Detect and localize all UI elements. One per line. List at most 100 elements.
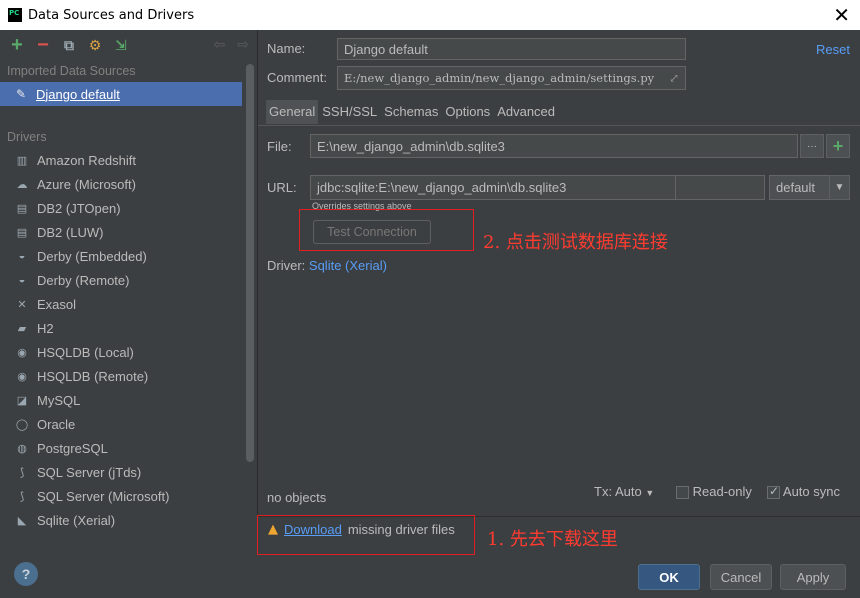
driver-label: Driver: (267, 258, 306, 273)
driver-item[interactable]: ☁ Azure (Microsoft) (0, 172, 242, 196)
data-source-item-django-default[interactable]: ✎ Django default (0, 82, 242, 106)
annotation-step1: 1. 先去下载这里 (487, 529, 618, 550)
hsqldb-icon: ◉ (17, 370, 27, 383)
tab-general[interactable]: General (266, 100, 320, 124)
url-field-divider (675, 176, 676, 199)
driver-item[interactable]: ✕ Exasol (0, 292, 242, 316)
name-input[interactable]: Django default (337, 38, 686, 60)
apply-button[interactable]: Apply (780, 564, 846, 590)
status-row: no objects Tx: Auto ▼ Read-only Auto syn… (267, 484, 852, 508)
chevron-down-icon[interactable]: ▼ (829, 175, 850, 200)
expand-icon[interactable]: ⤢ (669, 71, 679, 85)
driver-label: Azure (Microsoft) (37, 176, 136, 192)
left-toolbar: + − ⧉ ⚙ ⇲ ⇦ ⇨ (0, 30, 257, 60)
tab-schemas[interactable]: Schemas (381, 100, 443, 124)
driver-item[interactable]: ◍ PostgreSQL (0, 436, 242, 460)
url-input[interactable]: jdbc:sqlite:E:\new_django_admin\db.sqlit… (310, 175, 765, 200)
readonly-checkbox[interactable] (676, 486, 689, 500)
driver-label: Exasol (37, 296, 77, 312)
driver-item[interactable]: ⟆ SQL Server (jTds) (0, 460, 242, 484)
close-button[interactable]: ✕ (833, 3, 850, 27)
driver-item[interactable]: ▰ H2 (0, 316, 242, 340)
tab-divider (258, 125, 860, 126)
title-bar: Data Sources and Drivers ✕ (0, 0, 860, 30)
driver-item[interactable]: ◣ Sqlite (Xerial) (0, 508, 242, 532)
add-file-icon[interactable]: + (826, 134, 850, 158)
driver-item[interactable]: ◯ Oracle (0, 412, 242, 436)
chevron-down-icon: ▼ (645, 488, 655, 498)
driver-label: Sqlite (Xerial) (37, 512, 116, 528)
autosync-option[interactable]: Auto sync (767, 484, 840, 500)
navigation-arrows: ⇦ ⇨ (214, 36, 249, 53)
annotation-box-download (257, 515, 475, 555)
file-label: File: (267, 139, 292, 154)
remove-icon[interactable]: − (34, 34, 52, 56)
forward-arrow-icon[interactable]: ⇨ (237, 36, 249, 53)
import-icon[interactable]: ⇲ (112, 36, 130, 54)
url-value: jdbc:sqlite:E:\new_django_admin\db.sqlit… (317, 180, 567, 195)
left-scrollbar[interactable] (246, 64, 254, 462)
driver-item[interactable]: ▤ DB2 (JTOpen) (0, 196, 242, 220)
driver-item[interactable]: ◒ Derby (Embedded) (0, 244, 242, 268)
driver-item[interactable]: ⟆ SQL Server (Microsoft) (0, 484, 242, 508)
ibm-icon: ▤ (16, 202, 28, 215)
driver-label: MySQL (37, 392, 81, 408)
driver-label: Oracle (37, 416, 76, 432)
driver-item[interactable]: ▤ DB2 (LUW) (0, 220, 242, 244)
driver-properties-icon[interactable]: ⚙ (86, 36, 104, 54)
add-icon[interactable]: + (8, 34, 26, 56)
driver-label: HSQLDB (Remote) (37, 368, 149, 384)
tx-mode-dropdown[interactable]: Tx: Auto ▼ (594, 484, 654, 499)
driver-item[interactable]: ▥ Amazon Redshift (0, 148, 242, 172)
tab-ssh-ssl[interactable]: SSH/SSL (319, 100, 382, 124)
driver-item[interactable]: ◒ Derby (Remote) (0, 268, 242, 292)
postgresql-icon: ◍ (17, 442, 27, 455)
driver-link[interactable]: Sqlite (Xerial) (309, 258, 387, 273)
name-label: Name: (267, 41, 306, 56)
ok-button[interactable]: OK (638, 564, 700, 590)
tab-options[interactable]: Options (442, 100, 495, 124)
pycharm-icon (8, 8, 22, 22)
right-pane: Name: Django default Reset Comment: E:/n… (258, 30, 860, 546)
derby-hat-icon: ◒ (18, 274, 26, 286)
tab-advanced[interactable]: Advanced (494, 100, 560, 124)
driver-item[interactable]: ◉ HSQLDB (Local) (0, 340, 242, 364)
driver-label: HSQLDB (Local) (37, 344, 134, 360)
readonly-option[interactable]: Read-only (676, 484, 752, 500)
driver-label: DB2 (JTOpen) (37, 200, 121, 216)
hsqldb-icon: ◉ (17, 346, 27, 359)
driver-label: Amazon Redshift (37, 152, 136, 168)
comment-value: E:/new_django_admin/new_django_admin/set… (344, 71, 655, 85)
driver-label: H2 (37, 320, 54, 336)
drivers-header: Drivers (7, 130, 47, 144)
azure-icon: ☁ (16, 178, 28, 191)
imported-data-sources-header: Imported Data Sources (7, 64, 136, 78)
driver-label: DB2 (LUW) (37, 224, 104, 240)
driver-label: PostgreSQL (37, 440, 108, 456)
driver-label: Derby (Remote) (37, 272, 130, 288)
annotation-step2: 2. 点击测试数据库连接 (483, 232, 668, 253)
objects-status: no objects (267, 490, 327, 505)
driver-label: Derby (Embedded) (37, 248, 147, 264)
sqlserver-icon: ⟆ (19, 490, 25, 503)
help-button[interactable]: ? (14, 562, 38, 586)
reset-link[interactable]: Reset (816, 42, 850, 57)
browse-button[interactable]: ··· (800, 134, 824, 158)
url-label: URL: (267, 180, 297, 195)
redshift-icon: ▥ (16, 154, 28, 167)
driver-item[interactable]: ◉ HSQLDB (Remote) (0, 364, 242, 388)
mysql-icon: ◪ (16, 394, 28, 407)
comment-input[interactable]: E:/new_django_admin/new_django_admin/set… (337, 66, 686, 90)
back-arrow-icon[interactable]: ⇦ (214, 36, 226, 53)
derby-hat-icon: ◒ (18, 250, 26, 262)
readonly-label: Read-only (692, 484, 752, 499)
driver-list: ▥ Amazon Redshift ☁ Azure (Microsoft) ▤ DB2 (… (0, 148, 257, 532)
duplicate-icon[interactable]: ⧉ (60, 36, 78, 54)
cancel-button[interactable]: Cancel (710, 564, 772, 590)
driver-item[interactable]: ◪ MySQL (0, 388, 242, 412)
autosync-checkbox[interactable] (767, 484, 780, 500)
data-source-label: Django default (36, 86, 120, 102)
h2-icon: ▰ (17, 322, 27, 335)
exasol-icon: ✕ (17, 298, 27, 311)
file-input[interactable]: E:\new_django_admin\db.sqlite3 (310, 134, 798, 158)
